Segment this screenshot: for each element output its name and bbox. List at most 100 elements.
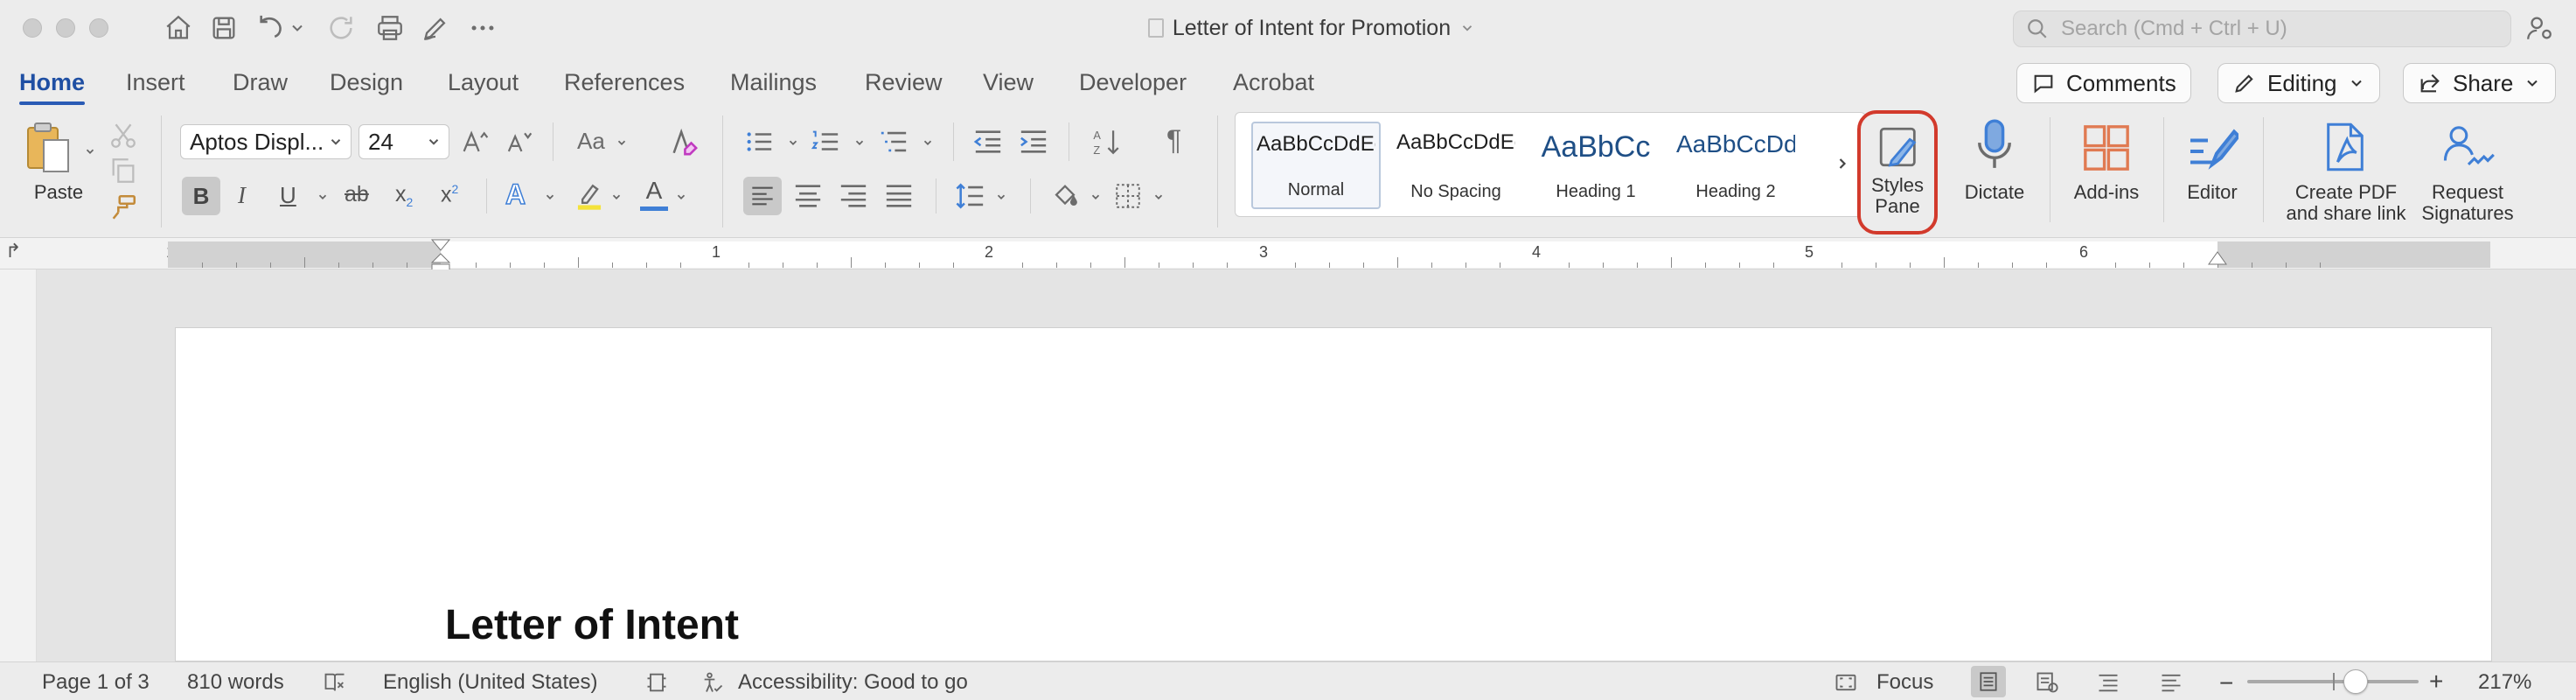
show-formatting-marks-button[interactable]: ¶ bbox=[1166, 124, 1181, 157]
document-page[interactable]: Letter of Intent bbox=[175, 327, 2492, 662]
font-name-dropdown[interactable]: Aptos Displ... bbox=[180, 124, 352, 159]
proofing-book-icon[interactable] bbox=[322, 669, 348, 696]
paste-options-chevron-icon[interactable] bbox=[84, 145, 96, 158]
dictate-button[interactable]: Dictate bbox=[1948, 117, 2041, 214]
tab-view[interactable]: View bbox=[983, 66, 1034, 98]
font-color-button[interactable]: A bbox=[640, 177, 668, 215]
change-case-button[interactable]: Aa bbox=[577, 128, 605, 155]
bullets-icon[interactable] bbox=[743, 126, 775, 158]
borders-chevron-icon[interactable] bbox=[1152, 191, 1165, 203]
accessibility-status[interactable]: Accessibility: Good to go bbox=[738, 671, 968, 694]
subscript-button[interactable]: x2 bbox=[395, 182, 413, 209]
increase-indent-icon[interactable] bbox=[1018, 126, 1049, 158]
search-box[interactable] bbox=[2013, 10, 2511, 47]
bullets-chevron-icon[interactable] bbox=[787, 136, 799, 149]
underline-chevron-icon[interactable] bbox=[317, 191, 329, 203]
more-options-icon[interactable] bbox=[465, 10, 500, 46]
style-no-spacing[interactable]: AaBbCcDdEe No Spacing bbox=[1391, 122, 1521, 209]
page-count[interactable]: Page 1 of 3 bbox=[42, 671, 150, 694]
search-input[interactable] bbox=[2061, 17, 2481, 41]
style-normal[interactable]: AaBbCcDdEe Normal bbox=[1251, 122, 1381, 209]
superscript-button[interactable]: x2 bbox=[441, 182, 458, 207]
editor-button[interactable]: Editor bbox=[2174, 117, 2251, 214]
tab-home[interactable]: Home bbox=[19, 66, 86, 105]
undo-icon[interactable] bbox=[254, 10, 289, 46]
home-icon[interactable] bbox=[161, 10, 196, 46]
format-painter-icon[interactable] bbox=[108, 192, 138, 222]
text-effects-button[interactable]: A bbox=[505, 178, 526, 211]
cut-scissors-icon[interactable] bbox=[108, 121, 138, 150]
word-count[interactable]: 810 words bbox=[187, 671, 284, 694]
focus-button[interactable]: Focus bbox=[1876, 671, 1933, 694]
tab-draw[interactable]: Draw bbox=[233, 66, 288, 98]
highlight-color-icon[interactable] bbox=[572, 177, 607, 215]
styles-pane-button[interactable]: Styles Pane bbox=[1857, 110, 1938, 234]
account-icon[interactable] bbox=[2522, 10, 2557, 46]
align-right-icon[interactable] bbox=[838, 180, 869, 212]
web-layout-icon[interactable] bbox=[2034, 669, 2060, 696]
decrease-indent-icon[interactable] bbox=[972, 126, 1004, 158]
align-center-icon[interactable] bbox=[792, 180, 824, 212]
zoom-slider-thumb[interactable] bbox=[2343, 669, 2368, 694]
justify-icon[interactable] bbox=[883, 180, 915, 212]
comments-button[interactable]: Comments bbox=[2016, 63, 2191, 103]
document-stats-icon[interactable] bbox=[644, 669, 670, 696]
create-pdf-share-link-button[interactable]: Create PDF and share link bbox=[2272, 117, 2420, 226]
styles-gallery-more-icon[interactable] bbox=[1830, 148, 1855, 179]
line-spacing-icon[interactable] bbox=[955, 180, 986, 212]
zoom-level[interactable]: 217% bbox=[2478, 671, 2531, 694]
zoom-out-button[interactable]: − bbox=[2219, 669, 2233, 697]
paste-button[interactable] bbox=[23, 121, 75, 175]
shading-chevron-icon[interactable] bbox=[1090, 191, 1102, 203]
highlight-chevron-icon[interactable] bbox=[610, 191, 623, 203]
outline-view-icon[interactable] bbox=[2095, 669, 2121, 696]
shading-icon[interactable] bbox=[1048, 178, 1083, 214]
draw-pen-icon[interactable] bbox=[418, 10, 453, 46]
tab-selector-icon[interactable]: ↱ bbox=[5, 240, 24, 266]
line-spacing-chevron-icon[interactable] bbox=[995, 191, 1007, 203]
sort-icon[interactable]: AZ bbox=[1090, 124, 1124, 159]
italic-button[interactable]: I bbox=[238, 182, 246, 209]
minimize-window-button[interactable] bbox=[56, 18, 75, 38]
zoom-slider[interactable] bbox=[2247, 669, 2419, 694]
font-size-dropdown[interactable]: 24 bbox=[359, 124, 449, 159]
font-color-chevron-icon[interactable] bbox=[675, 191, 687, 203]
underline-button[interactable]: U bbox=[280, 182, 296, 209]
text-effects-chevron-icon[interactable] bbox=[544, 191, 556, 203]
borders-icon[interactable] bbox=[1112, 180, 1144, 212]
save-icon[interactable] bbox=[206, 10, 241, 46]
style-heading-2[interactable]: AaBbCcDd Heading 2 bbox=[1671, 122, 1800, 209]
draft-view-icon[interactable] bbox=[2158, 669, 2184, 696]
grow-font-icon[interactable] bbox=[460, 126, 491, 158]
change-case-chevron-icon[interactable] bbox=[616, 136, 628, 149]
document-heading[interactable]: Letter of Intent bbox=[445, 601, 739, 649]
numbering-icon[interactable] bbox=[810, 126, 841, 158]
add-ins-button[interactable]: Add-ins bbox=[2060, 117, 2153, 214]
shrink-font-icon[interactable] bbox=[504, 126, 535, 158]
document-title[interactable]: Letter of Intent for Promotion bbox=[1102, 12, 1521, 44]
print-layout-view-button[interactable] bbox=[1971, 666, 2006, 697]
copy-icon[interactable] bbox=[108, 156, 138, 186]
tab-references[interactable]: References bbox=[564, 66, 685, 98]
editing-mode-button[interactable]: Editing bbox=[2217, 63, 2380, 103]
accessibility-icon[interactable] bbox=[700, 669, 726, 696]
tab-developer[interactable]: Developer bbox=[1079, 66, 1187, 98]
align-left-button[interactable] bbox=[743, 177, 782, 215]
print-icon[interactable] bbox=[372, 10, 407, 46]
zoom-window-button[interactable] bbox=[89, 18, 108, 38]
redo-icon[interactable] bbox=[324, 10, 359, 46]
right-indent-marker[interactable] bbox=[2207, 250, 2228, 268]
share-button[interactable]: Share bbox=[2403, 63, 2557, 103]
focus-mode-icon[interactable] bbox=[1833, 669, 1859, 696]
tab-insert[interactable]: Insert bbox=[126, 66, 185, 98]
tab-layout[interactable]: Layout bbox=[448, 66, 519, 98]
zoom-in-button[interactable]: + bbox=[2429, 668, 2443, 696]
clear-formatting-icon[interactable] bbox=[668, 126, 700, 158]
close-window-button[interactable] bbox=[23, 18, 42, 38]
bold-button[interactable]: B bbox=[182, 177, 220, 215]
multilevel-list-icon[interactable] bbox=[878, 126, 909, 158]
tab-acrobat[interactable]: Acrobat bbox=[1233, 66, 1314, 98]
tab-review[interactable]: Review bbox=[865, 66, 943, 98]
strikethrough-button[interactable]: ab bbox=[345, 182, 369, 207]
undo-dropdown-chevron-icon[interactable] bbox=[289, 10, 306, 46]
